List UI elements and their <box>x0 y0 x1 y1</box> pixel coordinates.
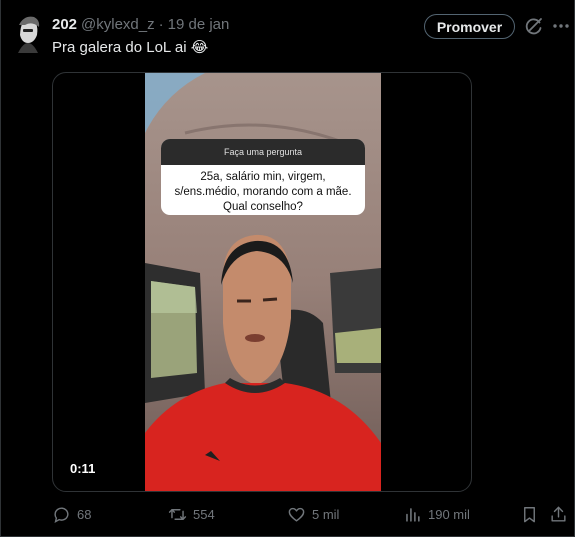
repost-count: 554 <box>193 506 215 522</box>
tweet-header: 202 @kylexd_z · 19 de jan <box>52 14 229 34</box>
repost-button[interactable]: 554 <box>168 504 215 524</box>
grok-icon[interactable] <box>524 16 544 36</box>
reply-count: 68 <box>77 506 92 522</box>
like-icon <box>288 507 305 522</box>
views-count: 190 mil <box>428 506 470 522</box>
tweet-date[interactable]: 19 de jan <box>168 16 230 33</box>
tweet[interactable]: 202 @kylexd_z · 19 de jan Promover Pra g… <box>0 0 575 537</box>
bookmark-icon <box>524 506 535 522</box>
display-name[interactable]: 202 <box>52 16 77 33</box>
video-player[interactable]: Faça uma pergunta 25a, salário min, virg… <box>52 72 472 492</box>
promote-button[interactable]: Promover <box>424 14 515 39</box>
video-timestamp: 0:11 <box>64 458 102 478</box>
video-frame[interactable]: Faça uma pergunta 25a, salário min, virg… <box>145 73 381 491</box>
more-icon[interactable] <box>551 16 571 36</box>
views-button[interactable]: 190 mil <box>403 504 470 524</box>
like-count: 5 mil <box>312 506 340 522</box>
repost-icon <box>168 508 187 520</box>
question-sticker: Faça uma pergunta 25a, salário min, virg… <box>161 139 365 215</box>
avatar[interactable] <box>12 13 44 53</box>
share-icon <box>551 506 566 522</box>
reply-button[interactable]: 68 <box>52 504 91 524</box>
like-button[interactable]: 5 mil <box>287 504 339 524</box>
share-button[interactable] <box>549 504 568 524</box>
action-bar: 68 554 5 mil 190 mil <box>52 504 567 524</box>
views-icon <box>406 507 420 522</box>
left-border <box>0 0 1 537</box>
tweet-text: Pra galera do LoL ai 😂 <box>52 39 209 56</box>
question-text: 25a, salário min, virgem, s/ens.médio, m… <box>174 171 352 213</box>
bookmark-button[interactable] <box>520 504 539 524</box>
reply-icon <box>54 506 69 523</box>
question-header: Faça uma pergunta <box>161 139 365 165</box>
separator: · <box>158 15 164 33</box>
handle[interactable]: @kylexd_z <box>81 16 155 33</box>
